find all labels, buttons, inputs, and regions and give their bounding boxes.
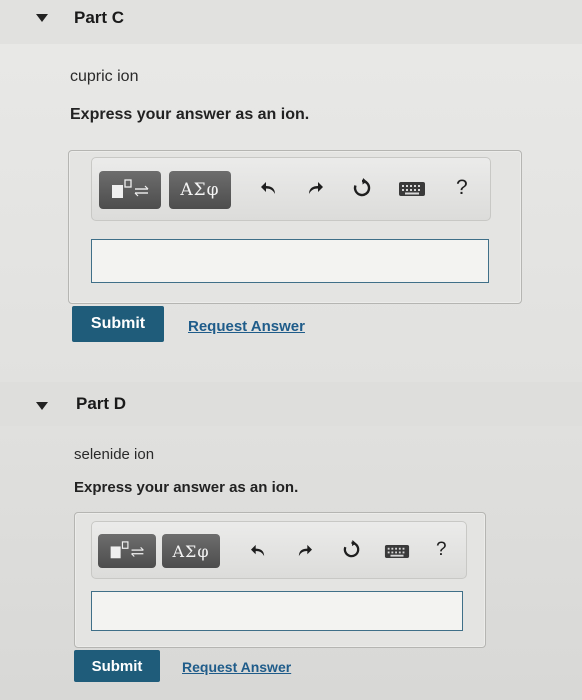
- greek-symbols-button[interactable]: ΑΣφ: [169, 171, 231, 209]
- part-c-math-toolbar: ΑΣφ ?: [91, 157, 491, 221]
- part-d-prompt: selenide ion: [74, 446, 155, 463]
- collapse-caret-icon[interactable]: [36, 14, 48, 22]
- undo-icon[interactable]: [260, 180, 278, 200]
- keyboard-icon[interactable]: [398, 181, 426, 201]
- part-d-math-toolbar: ΑΣφ ?: [91, 521, 467, 579]
- part-d-answer-box: ΑΣφ ?: [74, 512, 486, 648]
- part-c-instruction: Express your answer as an ion.: [70, 106, 310, 123]
- help-icon[interactable]: ?: [456, 177, 468, 198]
- part-d-title: Part D: [76, 394, 127, 413]
- reset-icon[interactable]: [342, 540, 361, 563]
- part-d-instruction: Express your answer as an ion.: [74, 479, 299, 496]
- part-c-header[interactable]: Part C: [0, 0, 582, 44]
- collapse-caret-icon[interactable]: [36, 402, 48, 410]
- templates-button[interactable]: [98, 534, 156, 568]
- part-d-submit-button[interactable]: Submit: [74, 650, 160, 682]
- part-c-answer-input[interactable]: [91, 239, 489, 283]
- redo-icon[interactable]: [306, 180, 324, 200]
- reset-icon[interactable]: [352, 178, 372, 202]
- part-d-request-answer-link[interactable]: Request Answer: [182, 659, 291, 675]
- undo-icon[interactable]: [250, 542, 267, 562]
- keyboard-icon[interactable]: [384, 543, 410, 563]
- templates-icon: [112, 179, 149, 198]
- part-c-title: Part C: [74, 8, 125, 27]
- part-c-request-answer-link[interactable]: Request Answer: [188, 318, 305, 335]
- part-c-prompt: cupric ion: [70, 68, 139, 85]
- templates-icon: [110, 541, 144, 559]
- part-d-answer-input[interactable]: [91, 591, 463, 631]
- part-c-submit-button[interactable]: Submit: [72, 306, 164, 342]
- help-icon[interactable]: ?: [436, 540, 447, 560]
- templates-button[interactable]: [99, 171, 161, 209]
- greek-symbols-button[interactable]: ΑΣφ: [162, 534, 220, 568]
- part-c-answer-box: ΑΣφ ?: [68, 150, 522, 304]
- part-d-header[interactable]: Part D: [0, 382, 582, 426]
- redo-icon[interactable]: [296, 542, 313, 562]
